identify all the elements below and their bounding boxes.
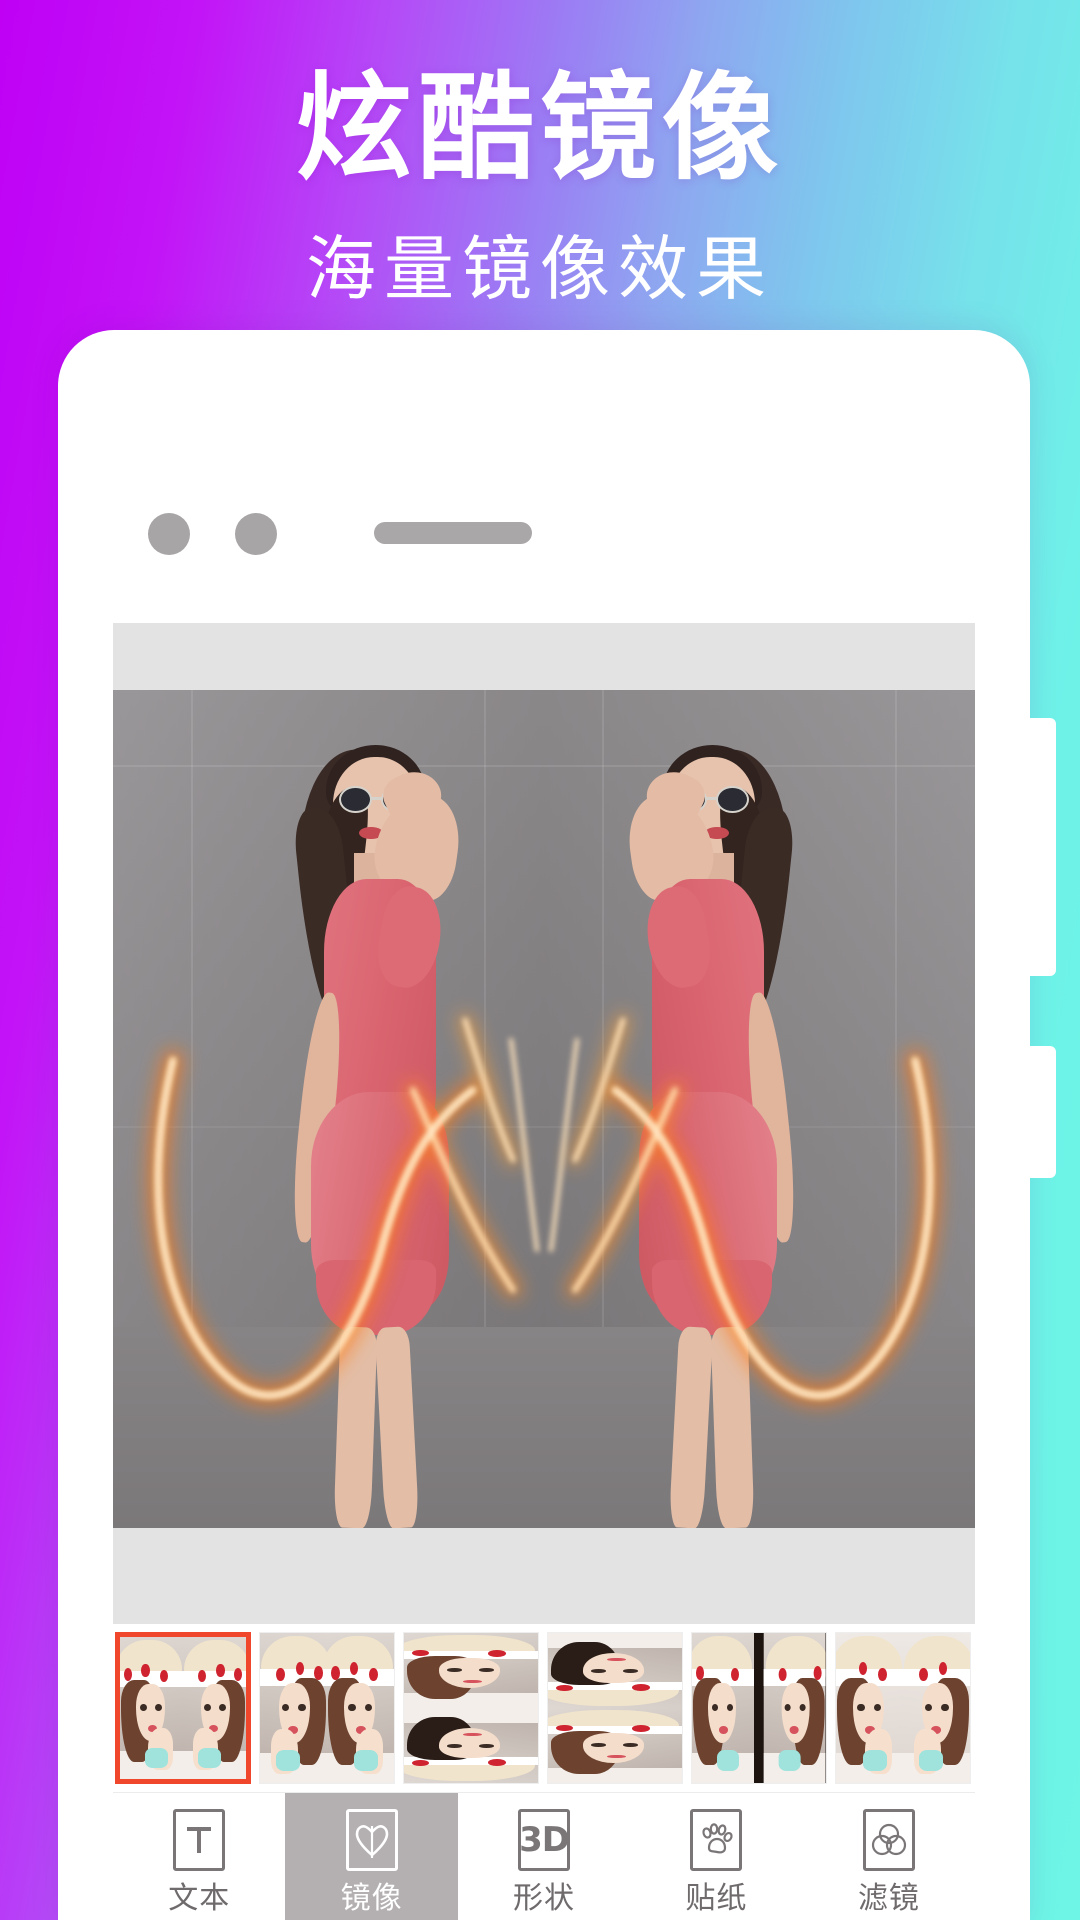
- mirror-preset-strip[interactable]: [113, 1632, 975, 1790]
- promo-poster: 炫酷镜像 海量镜像效果 文本 镜像 3D 形状 贴纸 滤镜: [0, 0, 1080, 1920]
- three-d-icon: 3D: [518, 1809, 571, 1871]
- list-item[interactable]: [691, 1632, 827, 1784]
- sensor-dot-icon: [235, 513, 277, 555]
- tab-label: 镜像: [340, 1881, 403, 1916]
- earpiece-speaker-icon: [374, 522, 532, 544]
- paw-print-icon: [690, 1809, 743, 1871]
- page-title: 炫酷镜像: [296, 61, 784, 196]
- tab-filter[interactable]: 滤镜: [803, 1793, 975, 1920]
- volume-down-button[interactable]: [1030, 1046, 1056, 1178]
- editor-canvas[interactable]: [113, 623, 975, 1624]
- tab-label: 文本: [168, 1881, 231, 1916]
- tab-sticker[interactable]: 贴纸: [630, 1793, 802, 1920]
- list-item[interactable]: [403, 1632, 539, 1784]
- three-d-glyph: 3D: [519, 1820, 570, 1860]
- tab-shape[interactable]: 3D 形状: [458, 1793, 630, 1920]
- tab-label: 贴纸: [685, 1881, 748, 1916]
- photo-half-right: [544, 690, 975, 1528]
- tab-label: 形状: [513, 1881, 576, 1916]
- phone-mockup: 文本 镜像 3D 形状 贴纸 滤镜: [58, 330, 1056, 1920]
- camera-dot-icon: [148, 513, 190, 555]
- photo-half-left: [113, 690, 544, 1528]
- tab-label: 滤镜: [857, 1881, 920, 1916]
- three-circles-icon: [862, 1809, 915, 1871]
- mirrored-photo[interactable]: [113, 690, 975, 1528]
- list-item[interactable]: [835, 1632, 971, 1784]
- volume-up-button[interactable]: [1030, 718, 1056, 976]
- phone-top-bar: [58, 330, 1030, 555]
- heart-mirror-icon: [345, 1809, 398, 1871]
- list-item[interactable]: [547, 1632, 683, 1784]
- tab-mirror[interactable]: 镜像: [285, 1793, 458, 1920]
- page-subtitle: 海量镜像效果: [306, 227, 774, 310]
- headline-block: 炫酷镜像 海量镜像效果: [0, 58, 1080, 316]
- tab-text[interactable]: 文本: [113, 1793, 285, 1920]
- list-item[interactable]: [115, 1632, 251, 1784]
- bottom-toolbar[interactable]: 文本 镜像 3D 形状 贴纸 滤镜: [113, 1792, 975, 1920]
- list-item[interactable]: [259, 1632, 395, 1784]
- text-t-icon: [173, 1809, 226, 1871]
